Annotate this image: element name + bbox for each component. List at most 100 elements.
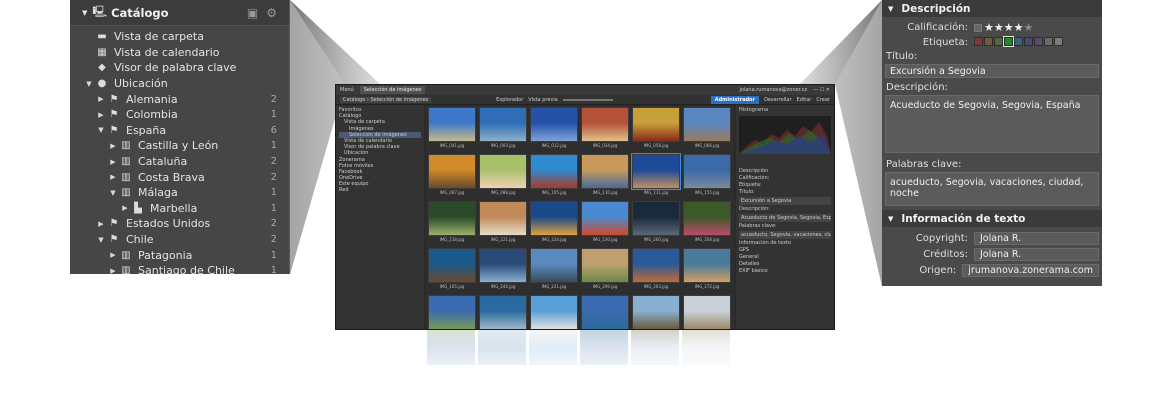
mode-edit[interactable]: Editar: [797, 97, 812, 103]
info-field[interactable]: acueducto, Segovia, vacaciones, ciudad, …: [739, 231, 831, 239]
color-tag-picker[interactable]: [974, 35, 1064, 49]
thumbnail[interactable]: IMG_165.jpg: [428, 248, 476, 292]
description-section-header[interactable]: ▼ Descripción: [882, 0, 1102, 17]
color-swatch[interactable]: [1024, 36, 1033, 46]
thumbnail[interactable]: IMG_155.jpg: [683, 154, 731, 198]
collapsed-arrow-icon[interactable]: ▶: [96, 111, 106, 119]
collapsed-arrow-icon[interactable]: ▶: [108, 173, 118, 181]
thumbnail[interactable]: IMG_110.jpg: [581, 154, 629, 198]
expanded-arrow-icon[interactable]: ▼: [108, 189, 118, 197]
catalog-item[interactable]: ▶ ⚑ Alemania 2: [70, 91, 289, 107]
thumbnail[interactable]: IMG_230.jpg: [581, 201, 629, 245]
gear-icon[interactable]: ⚙: [266, 6, 277, 20]
add-folder-icon[interactable]: ▣: [247, 6, 258, 20]
thumbnail[interactable]: IMG_275.jpg: [428, 295, 476, 329]
star-icon[interactable]: ★: [1014, 21, 1024, 34]
thumbnail[interactable]: IMG_221.jpg: [479, 201, 527, 245]
star-icon[interactable]: ★: [1024, 21, 1034, 34]
preview-tab[interactable]: Vista previa: [528, 97, 558, 103]
collapsed-arrow-icon[interactable]: ▶: [108, 158, 118, 166]
thumbnail[interactable]: IMG_088.jpg: [479, 154, 527, 198]
title-field[interactable]: Excursión a Segovia: [885, 64, 1099, 78]
color-swatch[interactable]: [1003, 35, 1014, 47]
catalog-item[interactable]: ▶ ⚑ Estados Unidos 2: [70, 216, 289, 232]
collapsed-arrow-icon[interactable]: ▶: [108, 267, 118, 274]
collapse-arrow-icon[interactable]: ▼: [888, 5, 893, 13]
expanded-arrow-icon[interactable]: ▼: [84, 80, 94, 88]
mode-develop[interactable]: Desarrollar: [764, 97, 791, 103]
mode-manager[interactable]: Administrador: [710, 95, 760, 104]
copyright-field[interactable]: Jolana R.: [974, 231, 1099, 245]
breadcrumb[interactable]: Catálogo › Selección de imágenes: [340, 96, 432, 103]
thumbnail[interactable]: IMG_260.jpg: [632, 201, 680, 245]
thumbnail[interactable]: IMG_280.jpg: [530, 295, 578, 329]
expand-arrow-icon[interactable]: ▼: [82, 9, 87, 17]
thumbnail[interactable]: IMG_263.jpg: [632, 248, 680, 292]
collapsed-arrow-icon[interactable]: ▶: [108, 251, 118, 259]
credits-field[interactable]: Jolana R.: [974, 247, 1099, 261]
rating-stars[interactable]: ★★★★★: [984, 21, 1033, 34]
expanded-arrow-icon[interactable]: ▼: [96, 126, 106, 134]
catalog-item[interactable]: ▼ ▥ Málaga 1: [70, 185, 289, 201]
catalog-item[interactable]: ▦ Vista de calendario: [70, 45, 289, 61]
thumbnail[interactable]: IMG_105.jpg: [530, 154, 578, 198]
description-field[interactable]: Acueducto de Segovia, Segovia, España: [885, 95, 1099, 153]
mode-create[interactable]: Crear: [816, 97, 830, 103]
color-swatch[interactable]: [984, 36, 993, 46]
window-controls[interactable]: — ☐ ✕: [813, 87, 830, 93]
catalog-item[interactable]: ▶ ▥ Castilla y León 1: [70, 138, 289, 154]
thumbnail[interactable]: IMG_058.jpg: [632, 107, 680, 151]
catalog-item[interactable]: ▶ ▥ Costa Brava 2: [70, 169, 289, 185]
expanded-arrow-icon[interactable]: ▼: [96, 236, 106, 244]
star-icon[interactable]: ★: [994, 21, 1004, 34]
zoom-slider[interactable]: [562, 98, 613, 101]
info-field[interactable]: Acueducto de Segovia, Segovia, España: [739, 214, 831, 222]
color-swatch[interactable]: [1014, 36, 1023, 46]
star-icon[interactable]: ★: [984, 21, 994, 34]
thumbnail[interactable]: IMG_299.jpg: [581, 248, 629, 292]
catalog-item[interactable]: ▶ ▙ Marbella 1: [70, 201, 289, 217]
thumbnail[interactable]: IMG_204.jpg: [683, 201, 731, 245]
thumbnail[interactable]: IMG_294.jpg: [632, 295, 680, 329]
thumbnail[interactable]: IMG_218.jpg: [428, 201, 476, 245]
thumbnail[interactable]: IMG_277.jpg: [479, 295, 527, 329]
catalog-header[interactable]: ▼ 🖳 Catálogo ▣ ⚙: [70, 0, 289, 26]
menu-button[interactable]: Menú: [340, 87, 354, 93]
thumbnail[interactable]: IMG_041.jpg: [428, 107, 476, 151]
star-icon[interactable]: ★: [1004, 21, 1014, 34]
color-swatch[interactable]: [994, 36, 1003, 46]
user-account[interactable]: jolana.rumanova@zoner.cz: [740, 87, 808, 93]
thumbnail[interactable]: IMG_003.jpg: [479, 107, 527, 151]
color-swatch[interactable]: [1034, 36, 1043, 46]
catalog-item[interactable]: ▶ ▥ Cataluña 2: [70, 154, 289, 170]
color-swatch[interactable]: [974, 36, 983, 46]
thumbnail[interactable]: IMG_296.jpg: [683, 295, 731, 329]
thumbnail[interactable]: IMG_066.jpg: [683, 107, 731, 151]
thumbnail[interactable]: IMG_012.jpg: [530, 107, 578, 151]
catalog-item[interactable]: ▬ Vista de carpeta: [70, 29, 289, 45]
rating-lock-icon[interactable]: [974, 23, 982, 32]
collapsed-arrow-icon[interactable]: ▶: [108, 142, 118, 150]
info-field[interactable]: Excursión a Segovia: [739, 197, 831, 205]
text-info-section-header[interactable]: ▼ Información de texto: [882, 210, 1102, 227]
color-swatch[interactable]: [1054, 36, 1063, 46]
thumbnail[interactable]: IMG_111.jpg: [631, 153, 681, 198]
keywords-field[interactable]: acueducto, Segovia, vacaciones, ciudad, …: [885, 172, 1099, 206]
thumbnail[interactable]: IMG_282.jpg: [581, 295, 629, 329]
color-swatch[interactable]: [1044, 36, 1053, 46]
catalog-item[interactable]: ▼ ⚑ Chile 2: [70, 232, 289, 248]
catalog-item[interactable]: ▶ ⚑ Colombia 1: [70, 107, 289, 123]
nav-item[interactable]: Red: [339, 187, 421, 193]
catalog-item[interactable]: ▼ ⚑ España 6: [70, 123, 289, 139]
catalog-item[interactable]: ▶ ▥ Santiago de Chile 1: [70, 263, 289, 274]
thumbnail[interactable]: IMG_221.jpg: [530, 248, 578, 292]
thumbnail[interactable]: IMG_087.jpg: [428, 154, 476, 198]
catalog-item[interactable]: ◆ Visor de palabra clave: [70, 60, 289, 76]
catalog-item[interactable]: ▼ ● Ubicación: [70, 76, 289, 92]
collapse-arrow-icon[interactable]: ▼: [888, 215, 893, 223]
thumbnail[interactable]: IMG_272.jpg: [683, 248, 731, 292]
collapsed-arrow-icon[interactable]: ▶: [120, 204, 130, 212]
thumbnail[interactable]: IMG_244.jpg: [479, 248, 527, 292]
collapsed-arrow-icon[interactable]: ▶: [96, 95, 106, 103]
collapsed-arrow-icon[interactable]: ▶: [96, 220, 106, 228]
